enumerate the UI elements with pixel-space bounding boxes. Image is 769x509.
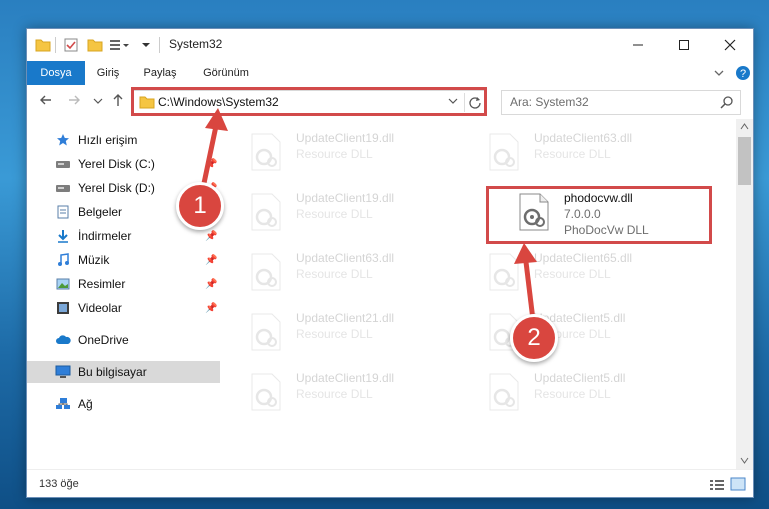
arrow-2 bbox=[514, 243, 537, 321]
annotation-overlay bbox=[200, 108, 537, 321]
callout-1: 1 bbox=[176, 182, 224, 230]
callout-2: 2 bbox=[510, 314, 558, 362]
arrow-1 bbox=[200, 108, 228, 189]
